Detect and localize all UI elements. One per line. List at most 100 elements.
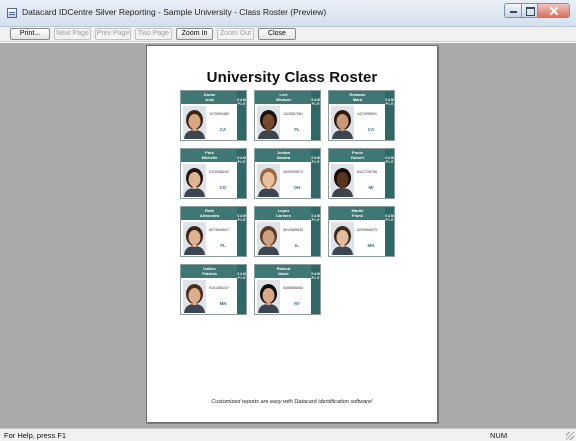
card-name-header: Levi Michael [255,91,312,104]
card-side-stripe: S A M P L E [385,91,394,140]
card-first-name: Marie [278,271,289,276]
card-first-name: Alexandra [199,213,220,218]
card-photo [331,106,354,139]
id-card: Doran Julie S A M P L E 1079005480 CA [180,90,247,141]
card-name-header: Roth Alexandra [181,207,238,220]
card-side-stripe: S A M P L E [385,207,394,256]
card-name-header: Lopez Carmen [255,207,312,220]
card-side-stripe: S A M P L E [311,207,320,256]
card-name-header: Roland Marie [255,265,312,278]
card-id-number: 5919365535 [283,228,303,232]
card-first-name: Robert [351,155,364,160]
card-side-stripe: S A M P L E [237,91,246,140]
close-button[interactable]: Close [258,28,296,40]
card-side-stripe: S A M P L E [237,265,246,314]
minimize-button[interactable] [504,3,521,18]
card-state: IL [295,243,299,248]
card-id-number: 3119055243 [209,170,229,174]
card-photo [183,280,206,313]
card-id-number: 9101455247 [209,286,229,290]
card-photo [331,164,354,197]
card-state: OH [293,185,301,190]
card-id-number: 4020005974 [283,170,303,174]
maximize-button[interactable] [521,3,537,18]
num-lock-indicator: NUM [490,431,508,440]
card-side-stripe: S A M P L E [311,91,320,140]
card-photo [183,106,206,139]
card-first-name: Michelle [201,155,218,160]
card-side-stripe: S A M P L E [311,265,320,314]
card-id-number: 8107726756 [357,170,377,174]
zoom-in-button[interactable]: Zoom In [176,28,213,40]
card-side-stripe: S A M P L E [237,149,246,198]
card-photo [257,164,280,197]
title-bar: Datacard IDCentre Silver Reporting - Sam… [0,0,576,27]
card-name-header: Jordan Sandra [255,149,312,162]
card-name-header: Park Michelle [181,149,238,162]
card-id-number: 1023567281 [283,112,303,116]
card-name-header: Romano Mark [329,91,386,104]
card-state: MN [367,243,375,248]
card-first-name: Sandra [276,155,291,160]
print-button[interactable]: Print... [10,28,50,40]
id-card: Lopez Carmen S A M P L E 5919365535 IL [254,206,321,257]
card-id-number: 1079005480 [209,112,229,116]
resize-grip[interactable] [566,432,574,440]
card-name-header: Poole Robert [329,149,386,162]
card-photo [183,164,206,197]
card-id-number: 9288556084 [283,286,303,290]
card-state: NY [293,301,301,306]
card-first-name: Carmen [276,213,291,218]
card-side-stripe: S A M P L E [237,207,246,256]
card-state: FL [294,127,300,132]
id-card: Jordan Sandra S A M P L E 4020005974 OH [254,148,321,199]
card-state: MI [368,185,374,190]
card-side-stripe: S A M P L E [385,149,394,198]
id-card: Poole Robert S A M P L E 8107726756 MI [328,148,395,199]
two-page-button[interactable]: Two Page [135,28,172,40]
card-photo [257,222,280,255]
id-card: Levi Michael S A M P L E 1023567281 FL [254,90,321,141]
card-first-name: Patricia [202,271,217,276]
close-window-button[interactable] [537,3,570,18]
card-name-header: Doran Julie [181,91,238,104]
card-state: CA [219,127,227,132]
status-bar: For Help, press F1 NUM [0,428,576,441]
card-photo [183,222,206,255]
card-first-name: Mark [352,97,363,102]
card-first-name: Michael [276,97,291,102]
report-page: University Class Roster Doran Julie S A M … [146,45,438,423]
card-name-header: Valdes Patricia [181,265,238,278]
prev-page-button[interactable]: Prev Page [95,28,131,40]
preview-toolbar: Print... Next Page Prev Page Two Page Zo… [0,27,576,42]
window-title: Datacard IDCentre Silver Reporting - Sam… [22,7,327,17]
card-state: FL [220,243,226,248]
window-controls [504,3,570,18]
zoom-out-button[interactable]: Zoom Out [217,28,254,40]
report-footer: Customized reports are easy with Datacar… [211,399,373,405]
id-card: Martin Frank S A M P L E 5200566579 MN [328,206,395,257]
card-name-header: Martin Frank [329,207,386,220]
card-state: CA [367,127,375,132]
id-card: Roland Marie S A M P L E 9288556084 NY [254,264,321,315]
next-page-button[interactable]: Next Page [54,28,91,40]
card-first-name: Julie [204,97,215,102]
card-photo [331,222,354,255]
status-help-text: For Help, press F1 [4,431,67,440]
card-photo [257,280,280,313]
card-id-number: 5200566579 [357,228,377,232]
card-state: MN [219,301,227,306]
id-card: Park Michelle S A M P L E 3119055243 CO [180,148,247,199]
card-id-number: 6073549647 [209,228,229,232]
card-side-stripe: S A M P L E [311,149,320,198]
card-state: CO [219,185,227,190]
id-card: Valdes Patricia S A M P L E 9101455247 MN [180,264,247,315]
app-icon [7,8,17,18]
report-title: University Class Roster [206,69,378,86]
card-id-number: 1472995091 [357,112,377,116]
card-photo [257,106,280,139]
card-first-name: Frank [352,213,363,218]
id-card: Roth Alexandra S A M P L E 6073549647 FL [180,206,247,257]
id-card: Romano Mark S A M P L E 1472995091 CA [328,90,395,141]
preview-area[interactable]: University Class Roster Doran Julie S A M … [0,43,576,428]
